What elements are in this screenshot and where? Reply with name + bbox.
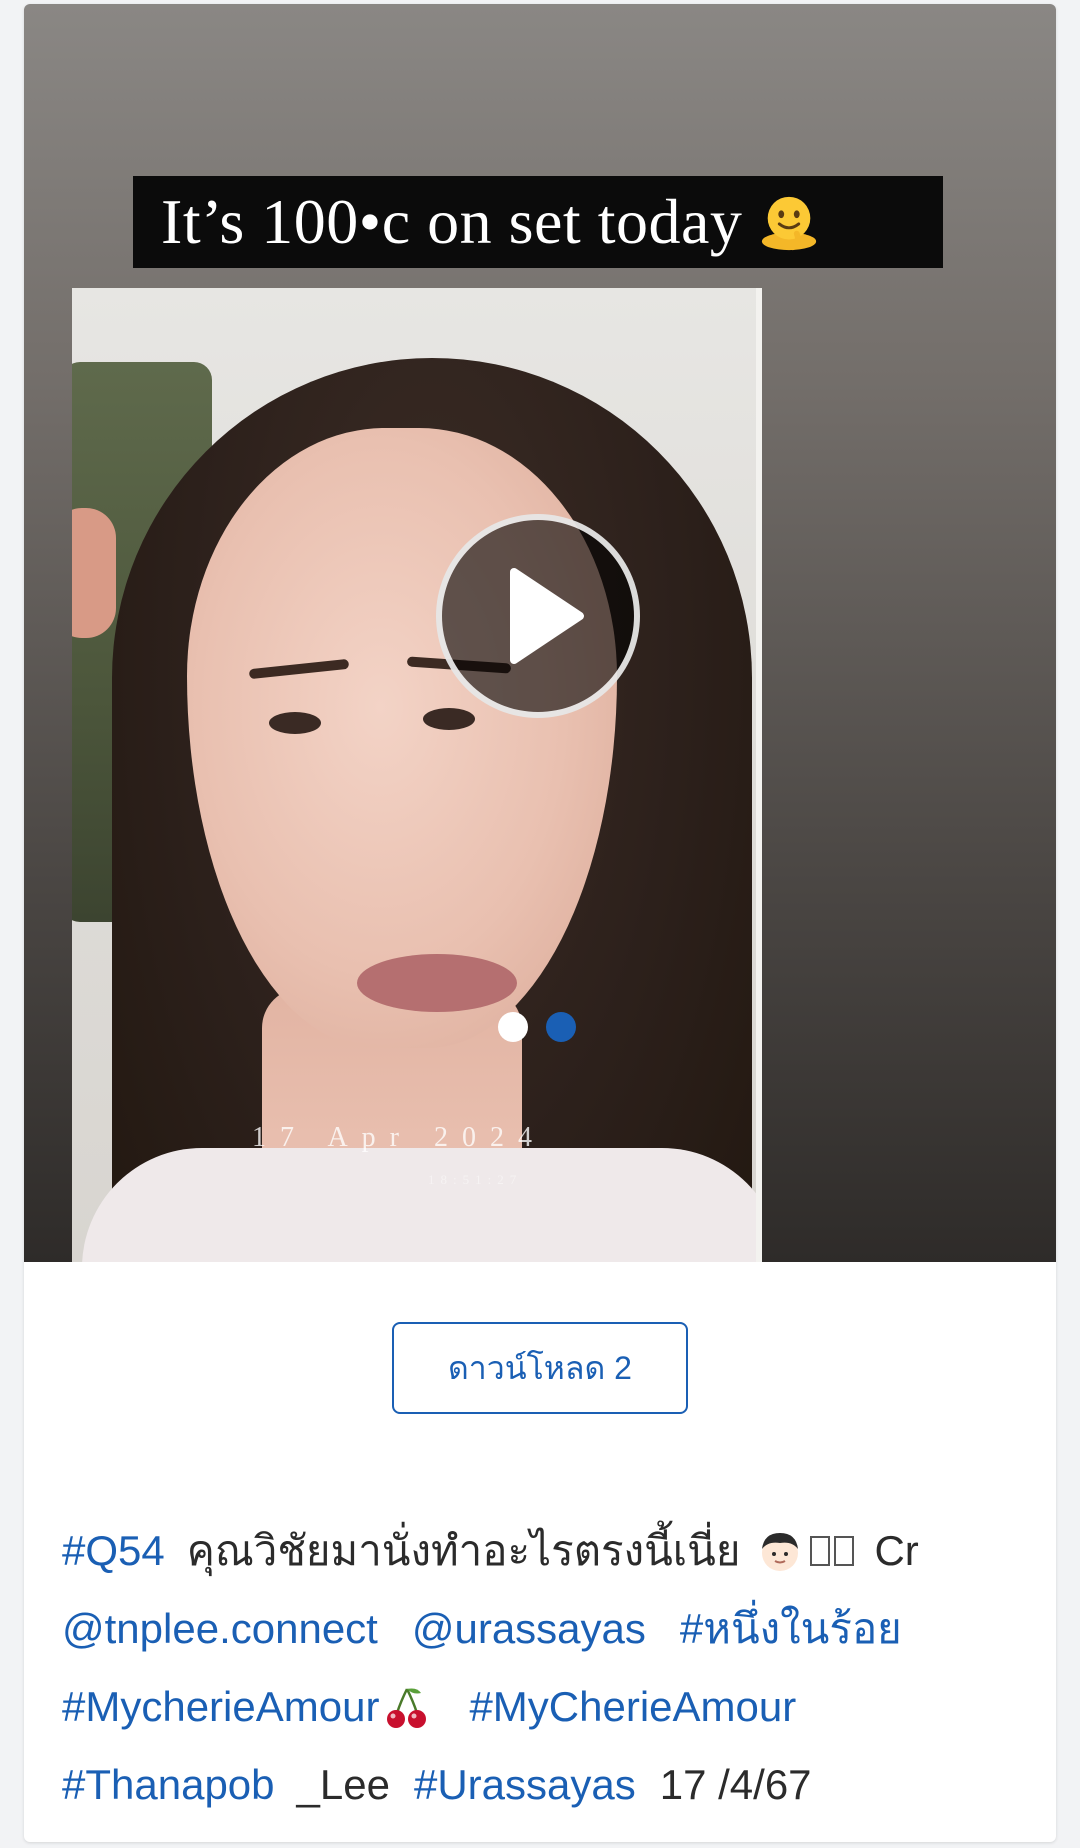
photo-time-stamp: 18:51:27: [428, 1172, 523, 1187]
cherries-emoji-icon: [387, 1688, 427, 1728]
post-card: It’s 100•c on set today 17 Apr 2024 18:5…: [24, 4, 1056, 1842]
mention-link[interactable]: @urassayas: [412, 1590, 646, 1668]
person-face-emoji-icon: [762, 1533, 799, 1571]
caption-text: คุณวิชัยมานั่งทำอะไรตรงนี้เนี่ย: [186, 1527, 741, 1574]
carousel-indicator: [498, 1012, 576, 1042]
caption-line-3: #MycherieAmour #MyCherieAmour: [62, 1668, 1022, 1746]
left-eye: [269, 712, 321, 734]
hashtag-link[interactable]: #MyCherieAmour: [469, 1668, 796, 1746]
story-photo: 17 Apr 2024 18:51:27: [72, 288, 762, 1262]
unknown-glyph-icon: [810, 1536, 831, 1566]
post-media[interactable]: It’s 100•c on set today 17 Apr 2024 18:5…: [24, 4, 1056, 1262]
left-eyebrow: [248, 658, 350, 680]
caption-line-4: #Thanapob _Lee #Urassayas 17 /4/67: [62, 1746, 1022, 1824]
photo-frame-edge: [756, 288, 762, 1262]
unknown-glyph-icon: [834, 1536, 855, 1566]
carousel-dot-1[interactable]: [498, 1012, 528, 1042]
hashtag-link[interactable]: #หนึ่งในร้อย: [680, 1590, 902, 1668]
caption-line-2: @tnplee.connect @urassayas #หนึ่งในร้อย: [62, 1590, 1022, 1668]
photo-date-stamp: 17 Apr 2024: [252, 1122, 546, 1153]
mention-link[interactable]: @tnplee.connect: [62, 1590, 378, 1668]
caption-text: _Lee: [296, 1761, 390, 1808]
lips: [357, 954, 517, 1012]
play-button[interactable]: [436, 514, 640, 718]
hashtag-link[interactable]: #Urassayas: [414, 1746, 636, 1824]
melting-face-icon: [762, 196, 817, 251]
download-button[interactable]: ดาวน์โหลด 2: [392, 1322, 688, 1414]
play-icon: [510, 568, 584, 664]
hand: [72, 508, 116, 638]
story-caption-text: It’s 100•c on set today: [161, 186, 743, 257]
post-caption: #Q54 คุณวิชัยมานั่งทำอะไรตรงนี้เนี่ย Cr …: [62, 1512, 1022, 1824]
white-shirt: [82, 1148, 762, 1262]
credit-label: Cr: [874, 1527, 919, 1574]
hashtag-link[interactable]: #Thanapob: [62, 1746, 275, 1824]
hashtag-link[interactable]: #Q54: [62, 1512, 165, 1590]
caption-line-1: #Q54 คุณวิชัยมานั่งทำอะไรตรงนี้เนี่ย Cr: [62, 1512, 1022, 1590]
post-date: 17 /4/67: [659, 1761, 812, 1808]
hashtag-link[interactable]: #MycherieAmour: [62, 1668, 379, 1746]
story-caption-banner: It’s 100•c on set today: [133, 176, 943, 268]
carousel-dot-2[interactable]: [546, 1012, 576, 1042]
